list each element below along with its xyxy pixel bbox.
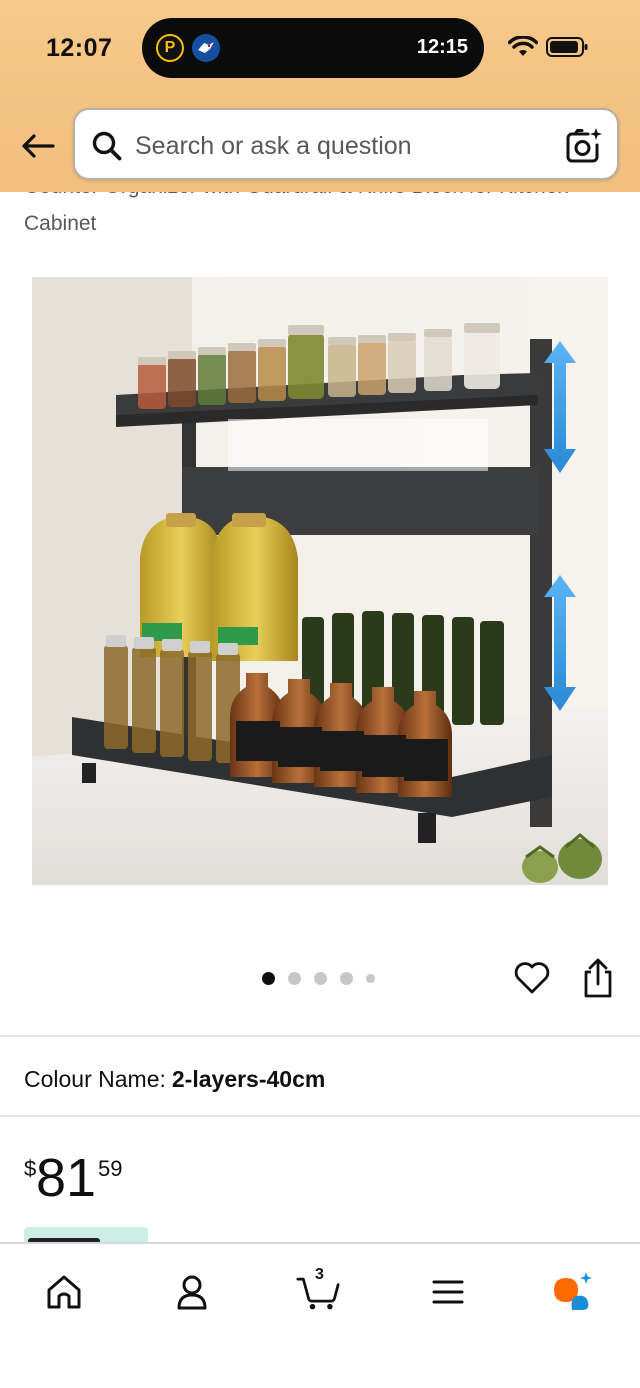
product-title-line2: Cabinet [24,212,97,235]
share-icon[interactable] [578,956,618,1000]
nav-menu[interactable] [426,1270,470,1314]
back-button[interactable] [18,126,58,166]
carousel-dot-4[interactable] [340,971,353,985]
account-icon [177,1275,207,1310]
product-image[interactable] [32,277,608,885]
carousel-dot-2[interactable] [288,971,301,985]
dynamic-island[interactable]: P 12:15 [142,18,484,78]
divider [0,1115,640,1117]
image-carousel-dots [262,971,375,985]
divider [0,1035,640,1037]
back-arrow-icon [22,134,55,158]
search-placeholder: Search or ask a question [135,132,412,160]
battery-icon [546,37,588,57]
carousel-dot-3[interactable] [314,971,327,985]
rufus-ai-icon [554,1272,592,1310]
status-bar: 12:07 P 12:15 [0,0,640,95]
heart-icon[interactable] [512,958,552,998]
menu-icon [432,1280,464,1304]
price-whole: 81 [36,1148,97,1208]
camera-lens-icon[interactable] [563,126,603,166]
search-input[interactable]: Search or ask a question [73,108,619,180]
carousel-dot-1[interactable] [262,971,275,985]
app-header: 12:07 P 12:15 Search or ask a question [0,0,640,192]
nav-cart[interactable]: 3 [296,1266,340,1314]
bottom-nav: 3 [0,1242,640,1388]
nav-rufus[interactable] [552,1270,596,1314]
variant-label: Colour Name: [24,1066,166,1092]
price-currency: $ [24,1156,37,1181]
nav-account[interactable] [170,1270,214,1314]
price-fraction: 59 [98,1156,123,1181]
bluejays-logo-icon [192,34,220,62]
cart-count: 3 [315,1266,324,1283]
nav-home[interactable] [42,1270,86,1314]
home-icon [47,1275,81,1309]
search-icon [92,131,122,161]
island-score-time: 12:15 [416,36,468,58]
pirates-logo-icon: P [156,34,184,62]
status-time: 12:07 [46,34,113,62]
wifi-icon [508,36,538,56]
variant-value: 2-layers-40cm [171,1066,326,1092]
variant-selector[interactable]: Colour Name: 2-layers-40cm [24,1066,325,1093]
carousel-dot-5[interactable] [366,973,375,983]
